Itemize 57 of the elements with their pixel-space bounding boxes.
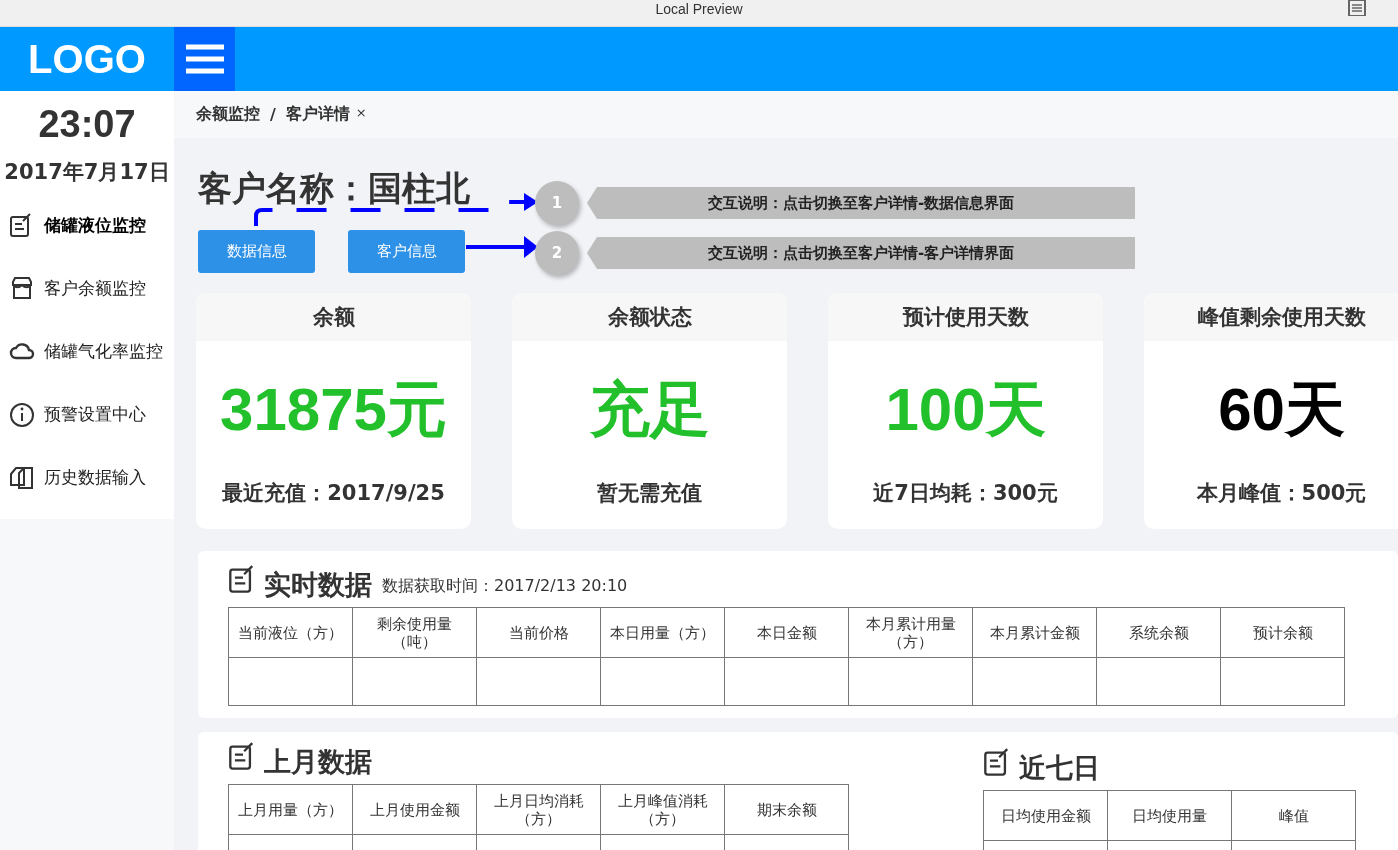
card-footer: 暂无需充值 <box>512 479 787 529</box>
menu-icon <box>184 43 225 75</box>
clock-date: 2017年7月17日 <box>4 159 170 186</box>
annotation-callout: 交互说明：点击切换至客户详情-数据信息界面 <box>587 187 1135 219</box>
clock-time: 23:07 <box>38 103 136 146</box>
column-header: 上月峰值消耗（方） <box>600 784 725 835</box>
section-title: 近七日 <box>1019 751 1100 785</box>
card-title: 预计使用天数 <box>828 293 1103 341</box>
sidebar-item[interactable]: 储罐液位监控 <box>0 194 174 257</box>
card-title: 余额 <box>196 293 471 341</box>
column-header: 上月用量（方） <box>228 784 353 835</box>
sidebar-item[interactable]: 储罐气化率监控 <box>0 320 174 383</box>
sidebar-item[interactable]: 历史数据输入 <box>0 446 174 509</box>
column-header: 峰值 <box>1231 790 1356 841</box>
menu-button[interactable] <box>174 27 235 91</box>
card-value: 60天 <box>1217 374 1346 445</box>
column-header: 日均使用金额 <box>983 790 1108 841</box>
column-header: 剩余使用量（吨） <box>352 607 477 658</box>
column-header: 上月日均消耗（方） <box>476 784 601 835</box>
step-marker: 1 <box>535 181 579 225</box>
card-footer: 本月峰值：500元 <box>1144 479 1398 529</box>
card-title: 余额状态 <box>512 293 787 341</box>
breadcrumb-link[interactable]: 客户详情 <box>285 104 350 125</box>
column-header: 上月使用金额 <box>352 784 477 835</box>
info-icon <box>8 401 36 428</box>
card-value: 31875元 <box>219 374 448 445</box>
column-header: 本日用量（方） <box>600 607 725 658</box>
column-header: 系统余额 <box>1096 607 1221 658</box>
annotation-callout: 交互说明：点击切换至客户详情-客户详情界面 <box>587 237 1135 269</box>
breadcrumb-link[interactable]: 余额监控 <box>196 104 260 125</box>
data-timestamp: 数据获取时间：2017/2/13 20:10 <box>382 576 628 597</box>
step-marker: 2 <box>535 231 579 275</box>
logo: LOGO <box>27 35 147 83</box>
window-title: Local Preview <box>655 1 743 17</box>
card-value: 充足 <box>588 374 711 445</box>
column-header: 本日金额 <box>724 607 849 658</box>
column-header: 本月累计用量（方） <box>848 607 973 658</box>
customer-name: 客户名称：国柱北 <box>198 167 470 210</box>
close-icon[interactable]: × <box>355 105 367 120</box>
column-header: 当前价格 <box>476 607 601 658</box>
connector-arrow <box>466 236 538 258</box>
breadcrumb-separator: / <box>270 105 276 124</box>
section-title: 实时数据 <box>264 568 372 602</box>
column-header: 预计余额 <box>1220 607 1345 658</box>
column-header: 本月累计金额 <box>972 607 1097 658</box>
column-header: 当前液位（方） <box>228 607 353 658</box>
card-title: 峰值剩余使用天数 <box>1144 293 1398 341</box>
document-icon[interactable] <box>1348 0 1366 16</box>
card-value: 100天 <box>884 374 1047 445</box>
column-header: 期末余额 <box>724 784 849 835</box>
card-footer: 近7日均耗：300元 <box>828 479 1103 529</box>
column-header: 日均使用量 <box>1107 790 1232 841</box>
copy-icon <box>8 464 36 491</box>
sidebar-item[interactable]: 客户余额监控 <box>0 257 174 320</box>
section-title: 上月数据 <box>264 745 372 779</box>
sidebar-item[interactable]: 预警设置中心 <box>0 383 174 446</box>
card-footer: 最近充值：2017/9/25 <box>196 479 471 529</box>
